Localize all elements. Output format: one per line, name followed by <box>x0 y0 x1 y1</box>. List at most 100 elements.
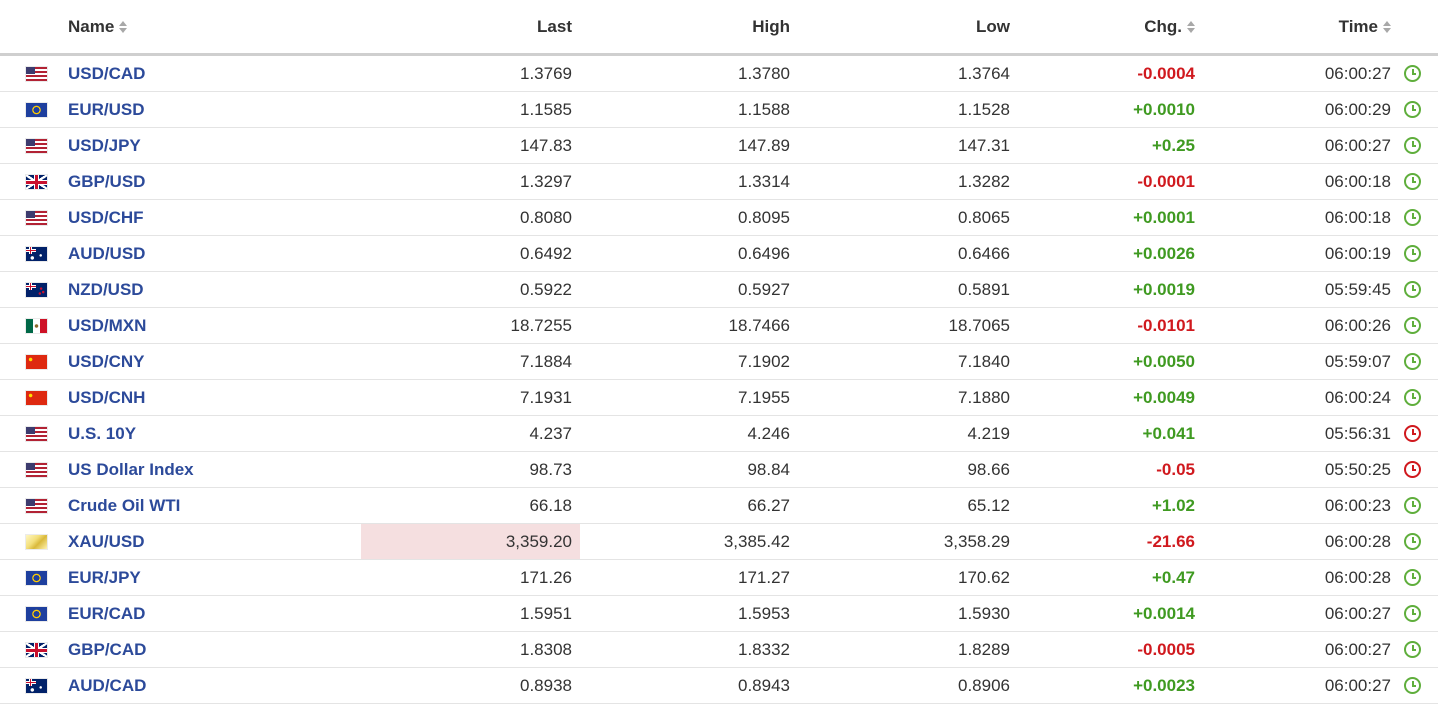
instrument-name-link[interactable]: EUR/USD <box>68 92 348 127</box>
last-price: 4.237 <box>529 424 572 443</box>
eu-flag <box>26 103 47 117</box>
high-price: 7.1955 <box>738 388 790 407</box>
high-price: 3,385.42 <box>723 532 790 551</box>
update-time: 06:00:26 <box>1324 316 1391 335</box>
update-time: 06:00:23 <box>1324 496 1391 515</box>
us-flag <box>26 499 47 513</box>
flag-cell <box>26 308 48 343</box>
low-price: 0.8065 <box>958 208 1010 227</box>
high-price: 1.3780 <box>738 64 790 83</box>
change-value: +0.0019 <box>1133 280 1195 299</box>
clock-icon <box>1404 245 1421 262</box>
gb-flag <box>26 175 47 189</box>
gb-flag <box>26 643 47 657</box>
clock-cell <box>1404 308 1422 343</box>
instrument-name-link[interactable]: GBP/CAD <box>68 632 348 667</box>
update-time: 06:00:18 <box>1324 172 1391 191</box>
sort-icon[interactable] <box>119 20 128 34</box>
low-price: 1.8289 <box>958 640 1010 659</box>
update-time: 06:00:19 <box>1324 244 1391 263</box>
low-price: 18.7065 <box>948 316 1010 335</box>
sort-icon[interactable] <box>1383 20 1391 34</box>
change-value: +0.0001 <box>1133 208 1195 227</box>
update-time: 06:00:24 <box>1324 388 1391 407</box>
instrument-name-link[interactable]: AUD/USD <box>68 236 348 271</box>
clock-icon <box>1404 137 1421 154</box>
low-price: 1.3282 <box>958 172 1010 191</box>
high-price: 1.8332 <box>738 640 790 659</box>
low-price: 0.5891 <box>958 280 1010 299</box>
instrument-name-link[interactable]: EUR/CAD <box>68 596 348 631</box>
flag-cell <box>26 56 48 91</box>
flag-cell <box>26 524 48 559</box>
col-header-chg[interactable]: Chg. <box>1000 17 1195 37</box>
last-price: 98.73 <box>529 460 572 479</box>
last-price: 66.18 <box>529 496 572 515</box>
instrument-name-link[interactable]: USD/MXN <box>68 308 348 343</box>
instrument-name-link[interactable]: USD/CNH <box>68 380 348 415</box>
table-body: USD/CAD 1.3769 1.3780 1.3764 -0.0004 06:00:27… <box>0 56 1438 704</box>
instrument-name-link[interactable]: XAU/USD <box>68 524 348 559</box>
instrument-name-link[interactable]: USD/CNY <box>68 344 348 379</box>
high-price: 98.84 <box>747 460 790 479</box>
instrument-name-link[interactable]: AUD/CAD <box>68 668 348 703</box>
clock-icon <box>1404 569 1421 586</box>
change-value: +0.041 <box>1142 424 1195 443</box>
instrument-name-link[interactable]: Crude Oil WTI <box>68 488 348 523</box>
last-price: 1.8308 <box>520 640 572 659</box>
table-row: NZD/USD 0.5922 0.5927 0.5891 +0.0019 05:59:45 <box>0 272 1438 308</box>
update-time: 06:00:27 <box>1324 676 1391 695</box>
table-row: U.S. 10Y 4.237 4.246 4.219 +0.041 05:56:31 <box>0 416 1438 452</box>
instrument-name-link[interactable]: US Dollar Index <box>68 452 348 487</box>
eu-flag <box>26 571 47 585</box>
low-price: 7.1840 <box>958 352 1010 371</box>
col-header-name[interactable]: Name <box>68 17 348 37</box>
clock-cell <box>1404 56 1422 91</box>
update-time: 05:59:07 <box>1324 352 1391 371</box>
last-price: 0.8080 <box>520 208 572 227</box>
col-header-time[interactable]: Time <box>1200 17 1391 37</box>
high-price: 0.8943 <box>738 676 790 695</box>
low-price: 3,358.29 <box>943 532 1010 551</box>
update-time: 06:00:27 <box>1324 604 1391 623</box>
clock-icon <box>1404 605 1421 622</box>
low-price: 4.219 <box>967 424 1010 443</box>
clock-cell <box>1404 416 1422 451</box>
sort-icon[interactable] <box>1187 20 1195 34</box>
delayed-clock-icon <box>1404 425 1421 442</box>
change-value: -0.0101 <box>1137 316 1195 335</box>
flag-cell <box>26 452 48 487</box>
change-value: +0.0026 <box>1133 244 1195 263</box>
table-row: USD/JPY 147.83 147.89 147.31 +0.25 06:00:27 <box>0 128 1438 164</box>
instrument-name-link[interactable]: U.S. 10Y <box>68 416 348 451</box>
clock-cell <box>1404 344 1422 379</box>
instrument-name-link[interactable]: USD/JPY <box>68 128 348 163</box>
instrument-name-link[interactable]: GBP/USD <box>68 164 348 199</box>
instrument-name-link[interactable]: EUR/JPY <box>68 560 348 595</box>
instrument-name-link[interactable]: USD/CHF <box>68 200 348 235</box>
clock-icon <box>1404 173 1421 190</box>
low-price: 65.12 <box>967 496 1010 515</box>
last-price: 3,359.20 <box>361 524 580 559</box>
high-price: 4.246 <box>747 424 790 443</box>
clock-cell <box>1404 128 1422 163</box>
instrument-name-link[interactable]: USD/CAD <box>68 56 348 91</box>
change-value: -0.05 <box>1156 460 1195 479</box>
last-price: 1.1585 <box>520 100 572 119</box>
col-header-chg-label: Chg. <box>1144 17 1182 36</box>
change-value: +0.47 <box>1151 568 1195 587</box>
high-price: 1.3314 <box>738 172 790 191</box>
clock-cell <box>1404 668 1422 703</box>
last-price: 0.5922 <box>520 280 572 299</box>
clock-icon <box>1404 533 1421 550</box>
cn-flag <box>26 391 47 405</box>
clock-icon <box>1404 209 1421 226</box>
table-row: Crude Oil WTI 66.18 66.27 65.12 +1.02 06:00:2… <box>0 488 1438 524</box>
instrument-name-link[interactable]: NZD/USD <box>68 272 348 307</box>
low-price: 0.6466 <box>958 244 1010 263</box>
col-header-high: High <box>752 17 790 36</box>
table-row: USD/CHF 0.8080 0.8095 0.8065 +0.0001 06:00:18 <box>0 200 1438 236</box>
high-price: 0.5927 <box>738 280 790 299</box>
flag-cell <box>26 200 48 235</box>
gold-icon <box>26 535 47 549</box>
